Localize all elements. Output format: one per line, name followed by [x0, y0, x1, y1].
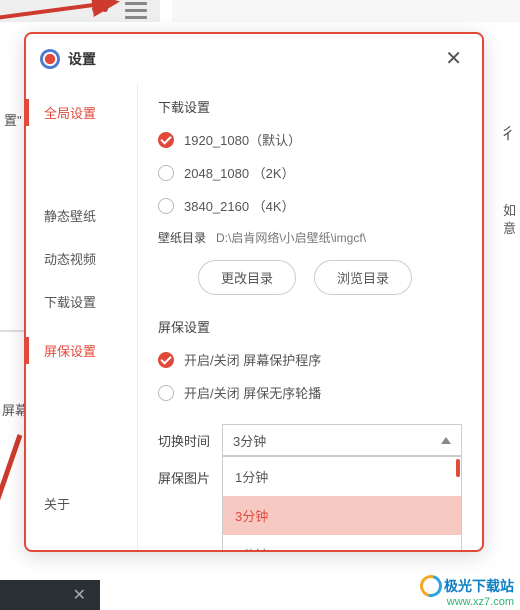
chevron-up-icon	[441, 437, 451, 444]
bg-text: 置"	[4, 110, 22, 129]
radio-icon	[158, 165, 174, 181]
interval-option-3min[interactable]: 3分钟	[223, 496, 461, 535]
decor-dots	[92, 6, 108, 12]
resolution-1920[interactable]: 1920_1080（默认）	[158, 130, 462, 149]
modal-title: 设置	[68, 49, 439, 69]
screensaver-shuffle-toggle[interactable]: 开启/关闭 屏保无序轮播	[158, 383, 462, 402]
bg-text: 彳	[500, 120, 516, 144]
watermark-brand: 极光下载站	[444, 576, 514, 596]
settings-content: 下载设置 1920_1080（默认） 2048_1080 （2K） 3840_2…	[138, 83, 482, 550]
resolution-2048[interactable]: 2048_1080 （2K）	[158, 163, 462, 182]
browse-dir-button[interactable]: 浏览目录	[314, 260, 412, 295]
app-logo-icon	[40, 49, 60, 69]
bg-text: 意	[503, 218, 516, 237]
modal-header: 设置 ✕	[26, 34, 482, 83]
nav-static-wallpaper[interactable]: 静态壁纸	[26, 194, 137, 237]
radio-icon	[158, 198, 174, 214]
close-icon[interactable]: ✕	[439, 44, 468, 73]
image-label: 屏保图片	[158, 468, 222, 487]
interval-label: 切换时间	[158, 431, 222, 450]
nav-screensaver-settings[interactable]: 屏保设置	[26, 329, 137, 372]
wallpaper-path-row: 壁纸目录 D:\启肯网络\小启壁纸\imgcf\	[158, 229, 462, 246]
interval-select[interactable]: 3分钟	[222, 424, 462, 456]
path-value: D:\启肯网络\小启壁纸\imgcf\	[216, 229, 366, 246]
radio-icon	[158, 385, 174, 401]
settings-sidebar: 全局设置 静态壁纸 动态视频 下载设置 屏保设置 关于	[26, 83, 138, 550]
radio-icon	[158, 132, 174, 148]
path-label: 壁纸目录	[158, 229, 206, 246]
interval-dropdown: 1分钟 3分钟 5分钟 10分钟	[222, 456, 462, 550]
settings-modal: 设置 ✕ 全局设置 静态壁纸 动态视频 下载设置 屏保设置 关于 下载设置 19…	[24, 32, 484, 552]
nav-about[interactable]: 关于	[26, 482, 137, 525]
close-icon[interactable]: ✕	[73, 585, 86, 605]
radio-label: 3840_2160 （4K）	[184, 196, 295, 215]
radio-label: 2048_1080 （2K）	[184, 163, 295, 182]
download-section-title: 下载设置	[158, 97, 462, 116]
bottom-dark-bar: ✕	[0, 580, 100, 610]
watermark-url: www.xz7.com	[420, 596, 514, 608]
watermark: 极光下载站 www.xz7.com	[420, 575, 514, 608]
change-dir-button[interactable]: 更改目录	[198, 260, 296, 295]
hamburger-icon[interactable]	[125, 2, 147, 19]
interval-option-5min[interactable]: 5分钟	[223, 535, 461, 550]
bg-text: 如	[503, 200, 516, 219]
interval-option-1min[interactable]: 1分钟	[223, 457, 461, 496]
radio-label: 1920_1080（默认）	[184, 130, 301, 149]
radio-icon	[158, 352, 174, 368]
screensaver-toggle[interactable]: 开启/关闭 屏幕保护程序	[158, 350, 462, 369]
radio-label: 开启/关闭 屏幕保护程序	[184, 350, 321, 369]
interval-field: 切换时间 3分钟 1分钟 3分钟 5分钟 10分钟	[158, 424, 462, 456]
select-value: 3分钟	[233, 431, 266, 450]
screensaver-section-title: 屏保设置	[158, 317, 462, 336]
nav-global[interactable]: 全局设置	[26, 91, 137, 134]
nav-download-settings[interactable]: 下载设置	[26, 280, 137, 323]
radio-label: 开启/关闭 屏保无序轮播	[184, 383, 321, 402]
nav-dynamic-video[interactable]: 动态视频	[26, 237, 137, 280]
resolution-3840[interactable]: 3840_2160 （4K）	[158, 196, 462, 215]
